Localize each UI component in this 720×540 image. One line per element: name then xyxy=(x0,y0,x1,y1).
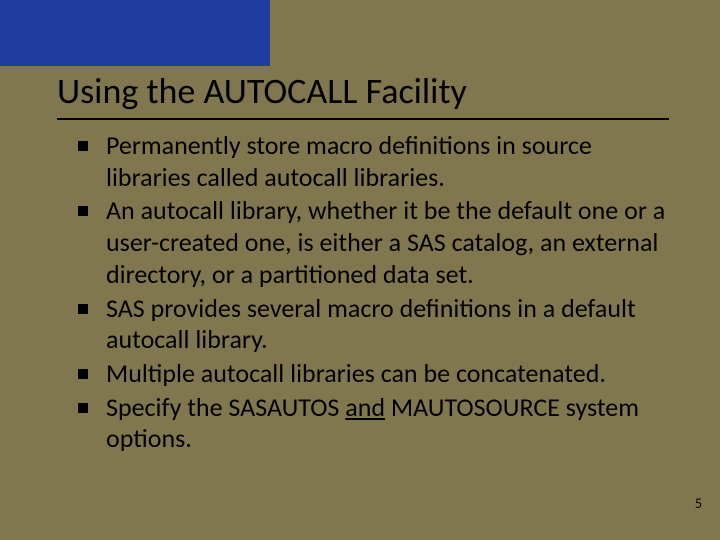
list-item: Specify the SASAUTOS and MAUTOSOURCE sys… xyxy=(78,392,678,455)
list-item: Multiple autocall libraries can be conca… xyxy=(78,358,678,390)
bullet-text: Multiple autocall libraries can be conca… xyxy=(106,357,606,389)
bullet-icon xyxy=(78,369,88,379)
slide-content: Permanently store macro definitions in s… xyxy=(78,130,678,457)
slide: Using the AUTOCALL Facility Permanently … xyxy=(0,0,720,540)
bullet-text: Permanently store macro definitions in s… xyxy=(106,129,592,193)
bullet-icon xyxy=(78,141,88,151)
list-item: SAS provides several macro definitions i… xyxy=(78,293,678,356)
title-underline xyxy=(57,118,669,120)
list-item: Permanently store macro definitions in s… xyxy=(78,130,678,193)
bullet-text-underline: and xyxy=(345,391,385,423)
page-number: 5 xyxy=(695,495,702,512)
slide-title: Using the AUTOCALL Facility xyxy=(57,72,677,112)
bullet-text: SAS provides several macro definitions i… xyxy=(106,292,636,356)
bullet-text: An autocall library, whether it be the d… xyxy=(106,194,665,289)
list-item: An autocall library, whether it be the d… xyxy=(78,195,678,290)
bullet-icon xyxy=(78,403,88,413)
bullet-icon xyxy=(78,304,88,314)
bullet-text-segment: Specify the SASAUTOS xyxy=(106,391,345,423)
header-accent-block xyxy=(0,0,270,66)
bullet-text: Specify the SASAUTOS and MAUTOSOURCE sys… xyxy=(106,391,639,455)
bullet-icon xyxy=(78,206,88,216)
